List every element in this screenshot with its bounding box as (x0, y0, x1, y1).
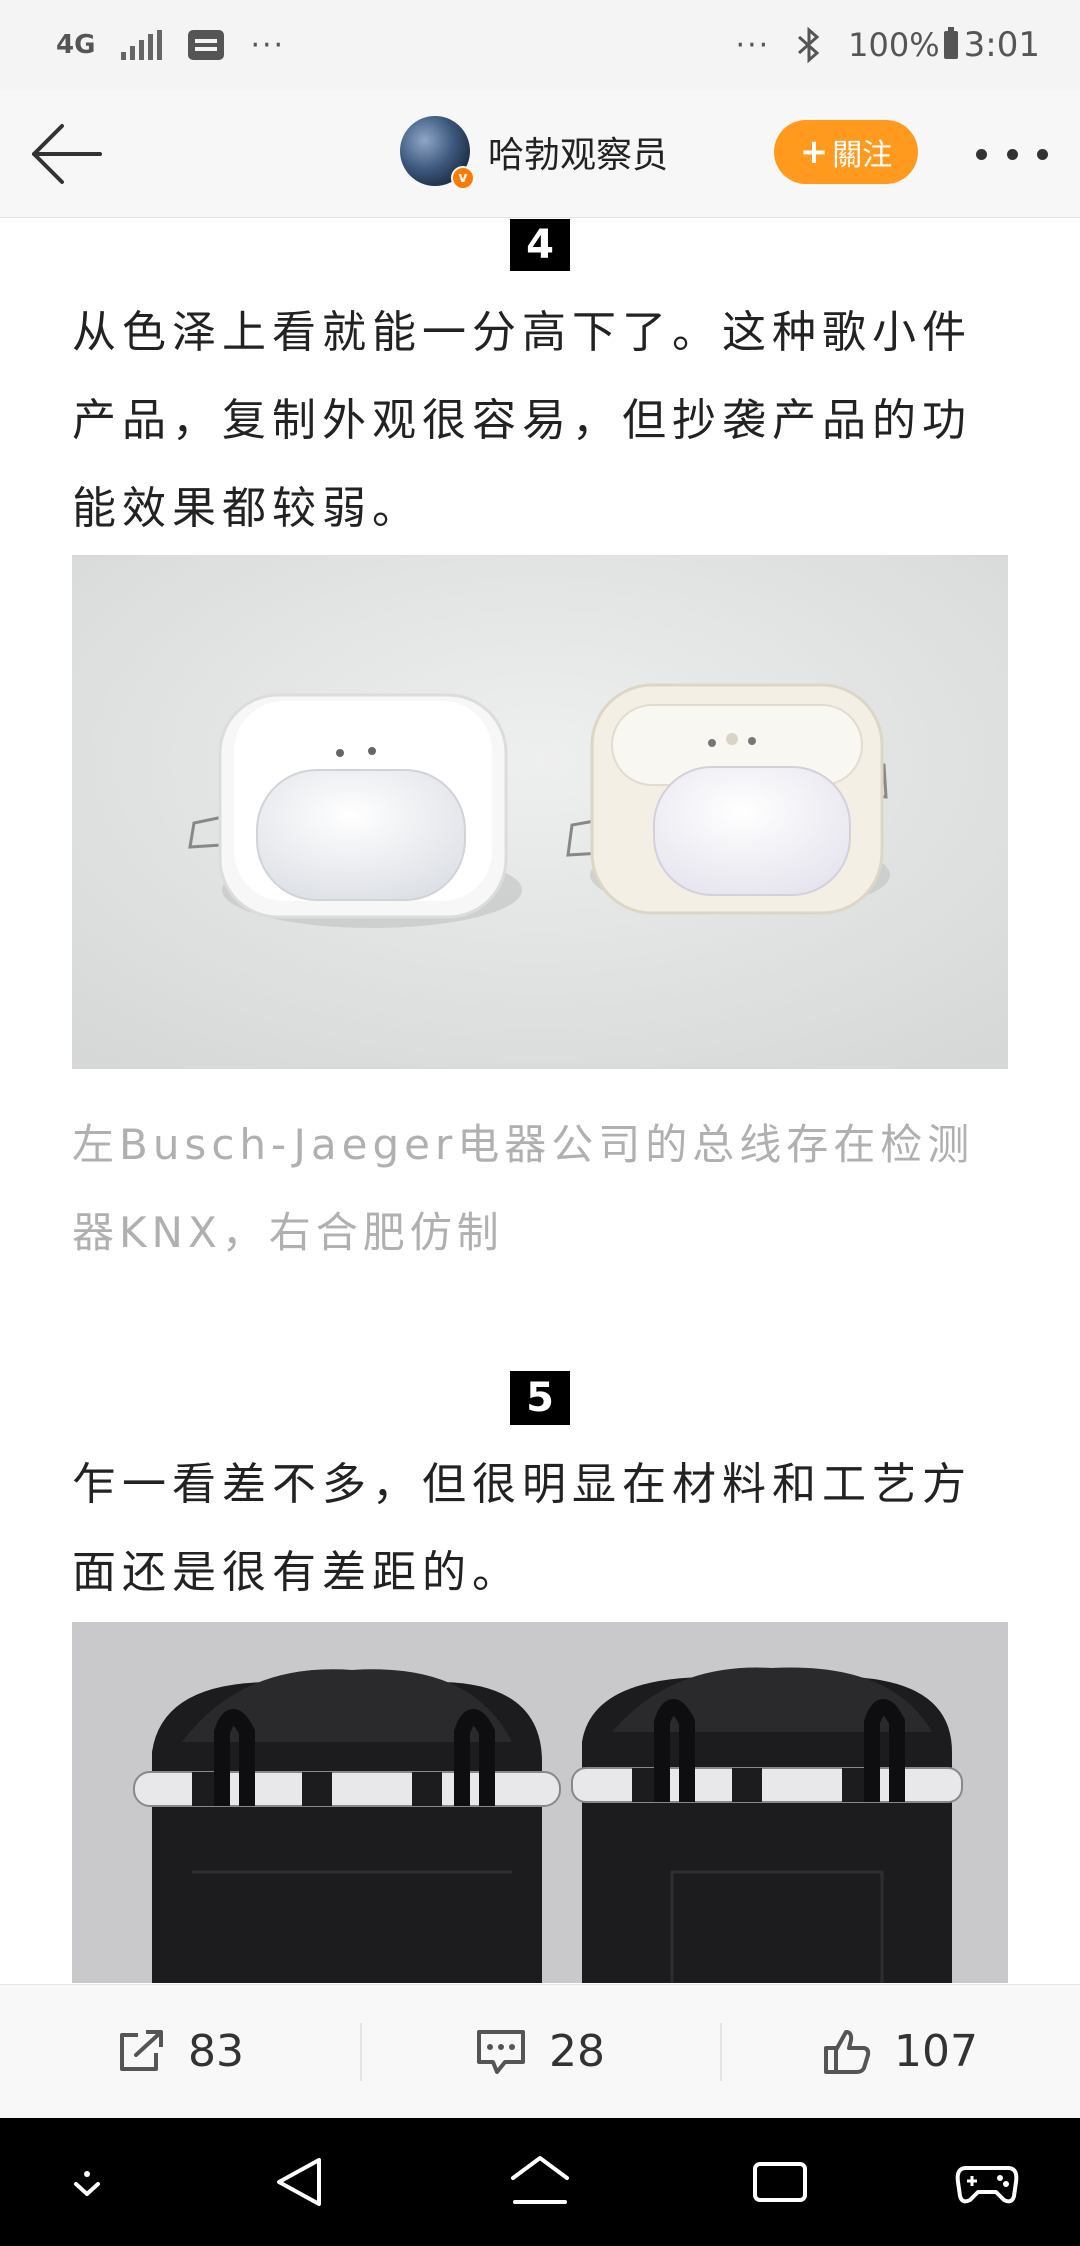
bag-photo-illustration (72, 1622, 1008, 1983)
like-count: 107 (894, 2026, 978, 2077)
follow-button[interactable]: + 關注 (774, 120, 918, 184)
battery-icon (943, 27, 958, 59)
section-number-badge: 5 (510, 1371, 570, 1425)
battery-percent: 100% (848, 26, 940, 64)
action-bar: 83 28 107 (0, 1984, 1080, 2118)
thumbs-up-icon (824, 2029, 871, 2074)
status-bar: 4G ··· ··· 100% 3:01 (0, 0, 1080, 90)
home-icon (511, 2156, 569, 2204)
nav-home-button[interactable] (505, 2152, 575, 2212)
comment-button[interactable]: 28 (360, 1985, 720, 2118)
chevron-down-icon (74, 2171, 100, 2196)
share-button[interactable]: 83 (0, 1985, 360, 2118)
message-notification-icon (188, 30, 225, 60)
network-type: 4G (56, 30, 96, 60)
triangle-back-icon (277, 2158, 321, 2206)
status-more-icon: ··· (735, 27, 771, 63)
clock: 3:01 (963, 25, 1040, 65)
nav-game-button[interactable] (952, 2152, 1022, 2212)
section-paragraph: 乍一看差不多，但很明显在材料和工艺方面还是很有差距的。 (72, 1459, 972, 1598)
image-caption: 左Busch-Jaeger电器公司的总线存在检测器KNX，右合肥仿制 (72, 1120, 975, 1257)
dot-icon (1006, 148, 1018, 160)
sensor-comparison-image[interactable] (72, 555, 1008, 1069)
nav-back-button[interactable] (265, 2152, 335, 2212)
article-body[interactable]: 4 从色泽上看就能一分高下了。这种歌小件产品，复制外观很容易，但抄袭产品的功能效… (0, 219, 1080, 1983)
system-nav-bar (0, 2118, 1080, 2246)
nav-recents-button[interactable] (745, 2152, 815, 2212)
back-arrow-icon (32, 124, 102, 184)
status-right: ··· 100% 3:01 (736, 25, 1040, 65)
like-button[interactable]: 107 (720, 1985, 1080, 2118)
bluetooth-icon (798, 27, 820, 63)
section-number-badge: 4 (510, 219, 570, 271)
back-button[interactable] (28, 116, 108, 192)
section-paragraph: 从色泽上看就能一分高下了。这种歌小件产品，复制外观很容易，但抄袭产品的功能效果都… (72, 307, 972, 534)
dot-icon (1037, 148, 1048, 160)
more-notifications-icon: ··· (250, 27, 286, 63)
verified-badge-icon: v (451, 166, 475, 190)
bag-comparison-image[interactable] (72, 1622, 1008, 1983)
sensor-photo-illustration (72, 555, 1008, 1069)
comment-count: 28 (549, 2026, 605, 2077)
status-left: 4G ··· (56, 28, 285, 63)
share-icon (120, 2029, 163, 2071)
article-header: v 哈勃观察员 + 關注 (0, 90, 1080, 218)
comment-icon (477, 2029, 525, 2074)
author-name[interactable]: 哈勃观察员 (488, 126, 668, 178)
share-count: 83 (188, 2026, 244, 2077)
gamepad-icon (955, 2166, 1019, 2204)
recents-icon (753, 2162, 807, 2202)
follow-label: 關注 (832, 138, 893, 173)
dot-icon (976, 148, 987, 160)
nav-collapse-button[interactable] (52, 2152, 122, 2212)
more-options-button[interactable] (976, 134, 1048, 174)
plus-icon: + (799, 132, 829, 172)
signal-icon (121, 30, 163, 60)
